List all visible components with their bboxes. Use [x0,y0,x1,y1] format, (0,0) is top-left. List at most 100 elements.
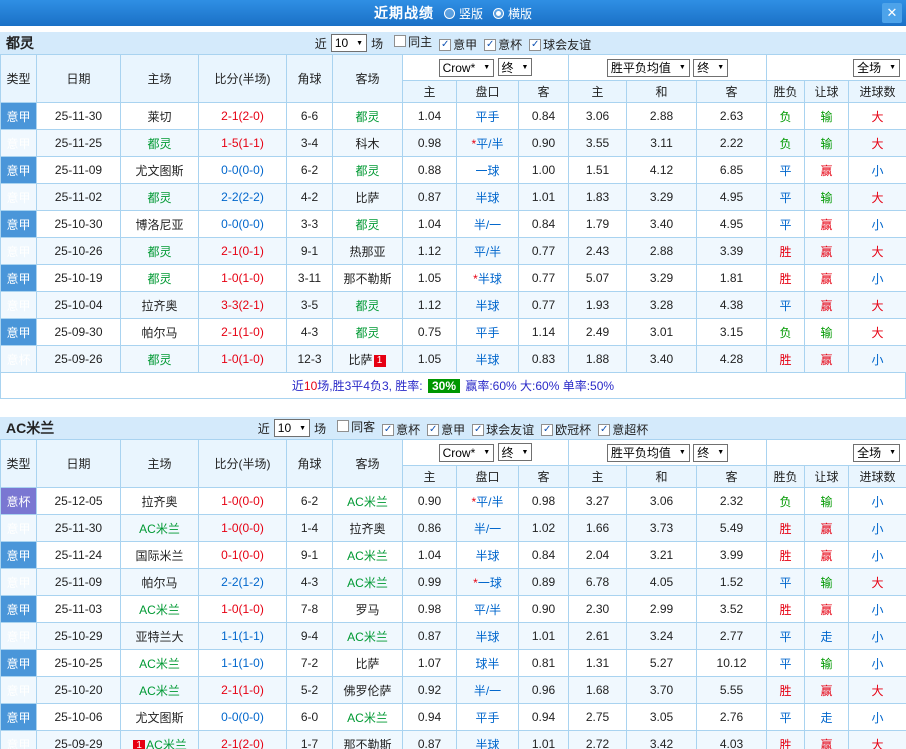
avg-odds-select[interactable]: 胜平负均值 ▼ [606,443,690,462]
avg-home-cell: 3.27 [568,487,628,515]
radio-unchecked-icon[interactable] [443,7,455,19]
checkbox-checked-icon[interactable]: ✓ [598,423,611,436]
score-cell: 0-0(0-0) [198,703,287,731]
result-cell: 胜 [766,730,806,749]
rank-badge: 1 [133,739,146,749]
score-cell: 1-0(1-0) [198,264,287,292]
handicap-label: 半/一 [473,521,502,536]
date-cell: 25-09-29 [36,730,121,749]
checkbox-checked-icon[interactable]: ✓ [382,423,395,436]
result-cell: 平 [766,156,806,184]
handicap-cell: 半球 [456,622,519,650]
type-cell: 意甲 [0,264,37,292]
away-team-cell: 拉齐奥 [332,514,403,542]
type-cell: 意甲 [0,318,37,346]
odds-source-select[interactable]: Crow* ▼ [438,58,495,77]
away-team-cell: 那不勒斯 [332,730,403,749]
team-section: 都灵 近 10 ▼ 场 同主 ✓ 意甲 ✓ 意杯 ✓ 球会友谊 类型 日期 主场 比分(半场)… [0,32,906,399]
avg-away-cell: 1.81 [696,264,768,292]
handicap-cell: *平/半 [456,129,519,157]
home-odds-cell: 1.05 [402,345,457,373]
corners-cell: 4-3 [286,318,333,346]
checkbox-unchecked-icon[interactable] [337,420,350,433]
date-cell: 25-11-03 [36,595,121,623]
recent-results-panel: 近期战绩 竖版 横版 ✕ 都灵 近 10 ▼ 场 同主 ✓ 意甲 ✓ 意杯 ✓ 球会友谊 [0,0,906,749]
layout-option-horizontal[interactable]: 横版 [493,5,532,22]
avg-draw-cell: 3.06 [626,487,698,515]
checkbox-unchecked-icon[interactable] [394,35,407,48]
col-score: 比分(半场) [198,54,287,103]
corners-cell: 7-2 [286,649,333,677]
goals-cell: 小 [848,264,906,292]
filter-球会友谊[interactable]: ✓ 球会友谊 [472,421,534,438]
away-odds-cell: 0.96 [517,676,570,704]
scope-select[interactable]: 全场 ▼ [853,58,901,77]
type-cell: 意甲 [0,622,37,650]
team-section-header: 都灵 近 10 ▼ 场 同主 ✓ 意甲 ✓ 意杯 ✓ 球会友谊 [0,32,906,54]
checkbox-checked-icon[interactable]: ✓ [472,423,485,436]
home-team-cell: 都灵 [120,129,199,157]
handicap-label: 半球 [475,548,500,563]
final-avg-select[interactable]: 终 ▼ [693,443,729,462]
chevron-down-icon: ▼ [521,448,529,456]
corners-cell: 9-4 [286,622,333,650]
team-name: AC米兰 [6,420,55,436]
result-cell: 负 [766,318,806,346]
handicap-cell: 半/一 [456,676,519,704]
col-avg-draw: 和 [626,80,698,103]
col-type: 类型 [0,54,37,103]
team-label: 罗马 [355,602,380,617]
filter-意甲[interactable]: ✓ 意甲 [439,36,477,53]
checkbox-checked-icon[interactable]: ✓ [439,38,452,51]
scope-select[interactable]: 全场 ▼ [853,443,901,462]
filter-意超杯[interactable]: ✓ 意超杯 [598,421,648,438]
filter-label: 球会友谊 [543,38,592,53]
col-away: 客场 [332,439,403,488]
corners-cell: 3-5 [286,291,333,319]
filter-欧冠杯[interactable]: ✓ 欧冠杯 [541,421,591,438]
checkbox-checked-icon[interactable]: ✓ [427,423,440,436]
final-avg-select[interactable]: 终 ▼ [693,58,729,77]
home-team-cell: 都灵 [120,183,199,211]
avg-draw-cell: 3.70 [626,676,698,704]
filter-同客[interactable]: 同客 [337,418,375,435]
team-label: 都灵 [147,190,172,205]
team-label: 都灵 [147,271,172,286]
final-odds-select[interactable]: 终 ▼ [497,58,533,77]
checkbox-checked-icon[interactable]: ✓ [529,38,542,51]
summary-segment: 10 [303,378,318,393]
handicap-result-cell: 输 [804,129,850,157]
layout-option-vertical[interactable]: 竖版 [443,5,483,22]
close-button[interactable]: ✕ [882,3,902,23]
final-odds-select[interactable]: 终 ▼ [497,443,533,462]
results-table: 类型 日期 主场 比分(半场) 角球 客场 Crow* ▼ 终 ▼ 胜平负均值 ▼ 终… [0,54,906,373]
filter-意杯[interactable]: ✓ 意杯 [382,421,420,438]
match-row: 意甲 25-11-09 帕尔马 2-2(1-2) 4-3 AC米兰 0.99 *一球 0.89 6… [0,568,906,596]
handicap-label: 平/半 [476,136,504,151]
filter-球会友谊[interactable]: ✓ 球会友谊 [529,36,591,53]
handicap-label: 半球 [475,737,500,749]
handicap-label: 平/半 [473,602,502,617]
filter-意杯[interactable]: ✓ 意杯 [484,36,522,53]
team-label: AC米兰 [347,548,388,563]
checkbox-checked-icon[interactable]: ✓ [541,423,554,436]
handicap-result-cell: 走 [804,622,850,650]
select-value: 胜平负均值 [610,446,671,460]
avg-odds-select[interactable]: 胜平负均值 ▼ [606,58,690,77]
radio-checked-icon[interactable] [493,7,504,19]
result-cell: 负 [766,102,806,130]
chevron-down-icon: ▼ [678,64,686,71]
result-cell: 平 [766,622,806,650]
scope-header: 全场 ▼ [766,54,906,81]
handicap-result-cell: 赢 [804,514,850,542]
match-count-select[interactable]: 10 ▼ [273,419,311,437]
odds-source-select[interactable]: Crow* ▼ [438,443,495,462]
scope-header: 全场 ▼ [766,439,906,466]
avg-home-cell: 3.55 [568,129,628,157]
date-cell: 25-10-19 [36,264,121,292]
filter-意甲[interactable]: ✓ 意甲 [427,421,465,438]
checkbox-checked-icon[interactable]: ✓ [484,38,497,51]
filter-同主[interactable]: 同主 [394,33,432,50]
match-count-select[interactable]: 10 ▼ [330,34,368,52]
summary-segment: 赢率:60% 大:60% 单率:50% [462,379,615,393]
